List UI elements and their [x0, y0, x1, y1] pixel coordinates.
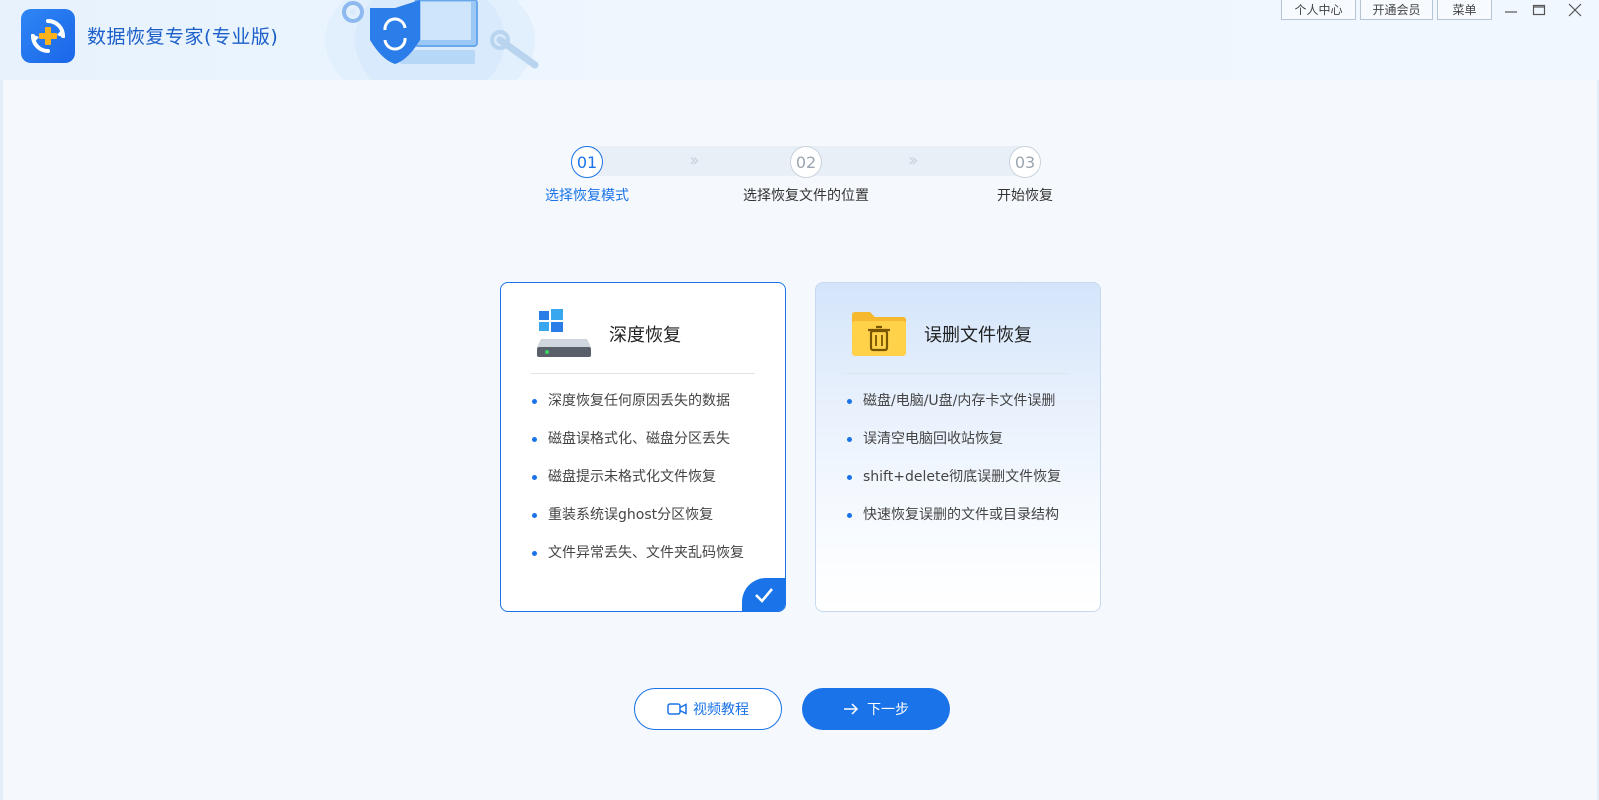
card-title: 误删文件恢复	[924, 325, 1032, 346]
folder-trash-icon	[852, 312, 906, 356]
video-tutorial-button[interactable]: 视频教程	[634, 688, 782, 730]
list-item: 文件异常丢失、文件夹乱码恢复	[531, 543, 744, 581]
close-icon	[1568, 3, 1582, 17]
title-bar: 数据恢复专家(专业版) 个人中心 开通会员 菜单	[0, 0, 1599, 80]
app-logo	[21, 9, 75, 63]
deep-recovery-card[interactable]: 深度恢复 深度恢复任何原因丢失的数据 磁盘误格式化、磁盘分区丢失 磁盘提示未格式…	[500, 282, 786, 612]
video-tutorial-label: 视频教程	[693, 702, 749, 718]
step-3-number: 03	[1009, 146, 1041, 178]
arrow-right-icon	[844, 703, 859, 715]
feature-list: 深度恢复任何原因丢失的数据 磁盘误格式化、磁盘分区丢失 磁盘提示未格式化文件恢复…	[531, 391, 744, 581]
step-1-label: 选择恢复模式	[545, 188, 629, 204]
list-item: 重装系统误ghost分区恢复	[531, 505, 744, 543]
selected-badge	[742, 578, 785, 611]
app-title: 数据恢复专家(专业版)	[87, 26, 279, 48]
step-2-label: 选择恢复文件的位置	[743, 188, 869, 204]
list-item: 磁盘提示未格式化文件恢复	[531, 467, 744, 505]
recovery-logo-icon	[31, 19, 65, 53]
checkmark-icon	[755, 588, 773, 603]
hard-drive-windows-icon	[537, 309, 591, 357]
next-step-button[interactable]: 下一步	[802, 688, 950, 730]
personal-center-button[interactable]: 个人中心	[1281, 0, 1356, 20]
next-step-label: 下一步	[867, 702, 909, 718]
window-frame	[0, 0, 1599, 800]
minimize-icon	[1505, 11, 1517, 13]
divider	[531, 373, 755, 374]
list-item: shift+delete彻底误删文件恢复	[846, 467, 1061, 505]
list-item: 快速恢复误删的文件或目录结构	[846, 505, 1061, 543]
menu-button[interactable]: 菜单	[1437, 0, 1492, 20]
divider	[846, 373, 1070, 374]
chevron-right-icon: ››	[908, 150, 919, 171]
step-1-number: 01	[571, 146, 603, 178]
close-button[interactable]	[1563, 0, 1587, 20]
chevron-right-icon: ››	[689, 150, 700, 171]
list-item: 深度恢复任何原因丢失的数据	[531, 391, 744, 429]
list-item: 磁盘误格式化、磁盘分区丢失	[531, 429, 744, 467]
step-2-number: 02	[790, 146, 822, 178]
maximize-icon	[1532, 4, 1546, 16]
feature-list: 磁盘/电脑/U盘/内存卡文件误删 误清空电脑回收站恢复 shift+delete…	[846, 391, 1061, 543]
card-title: 深度恢复	[609, 325, 681, 346]
list-item: 磁盘/电脑/U盘/内存卡文件误删	[846, 391, 1061, 429]
step-3-label: 开始恢复	[997, 188, 1053, 204]
membership-button[interactable]: 开通会员	[1360, 0, 1433, 20]
list-item: 误清空电脑回收站恢复	[846, 429, 1061, 467]
maximize-button[interactable]	[1527, 0, 1551, 20]
banner-illustration	[325, 0, 539, 80]
deleted-file-recovery-card[interactable]: 误删文件恢复 磁盘/电脑/U盘/内存卡文件误删 误清空电脑回收站恢复 shift…	[815, 282, 1101, 612]
video-camera-icon	[667, 703, 687, 715]
minimize-button[interactable]	[1499, 0, 1523, 20]
